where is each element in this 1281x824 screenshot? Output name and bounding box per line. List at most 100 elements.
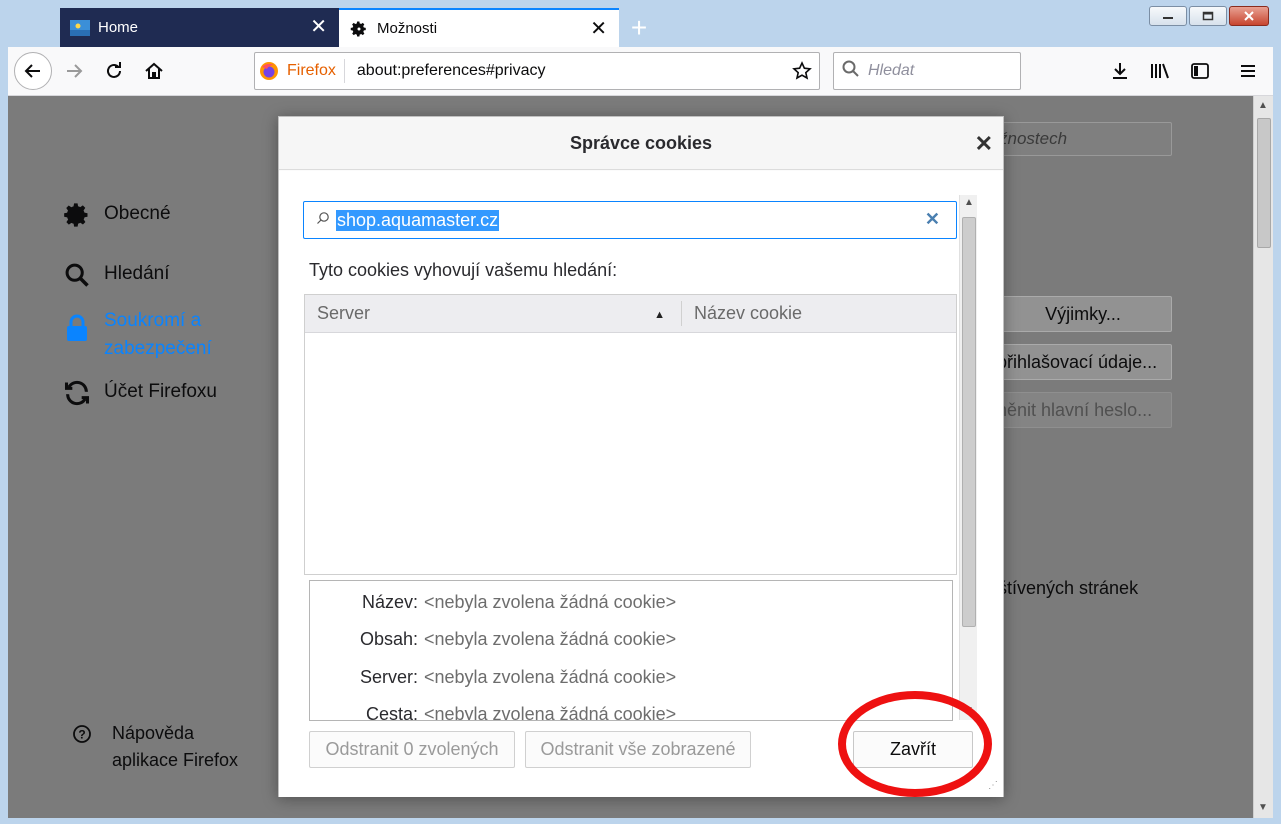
page-scrollbar-thumb[interactable] (1257, 118, 1271, 248)
sidebar-item-sync[interactable]: Účet Firefoxu (62, 378, 217, 408)
cookies-table[interactable]: Server ▲ Název cookie (304, 294, 957, 575)
remove-selected-button[interactable]: Odstranit 0 zvolených (309, 731, 515, 768)
column-header-cookie-name[interactable]: Název cookie (682, 295, 956, 332)
detail-row-content: Obsah: <nebyla zvolena žádná cookie> (310, 629, 676, 650)
navigation-toolbar: Firefox about:preferences#privacy Hledat (8, 47, 1273, 96)
download-icon (1113, 63, 1127, 79)
detail-row-path: Cesta: <nebyla zvolena žádná cookie> (310, 704, 676, 721)
scroll-up-arrow-icon[interactable]: ▲ (1258, 100, 1268, 111)
resize-grip-icon[interactable]: ⋰ (988, 780, 998, 791)
dialog-scrollbar-thumb[interactable] (962, 217, 976, 627)
scroll-down-arrow-icon[interactable]: ▼ (1258, 802, 1268, 813)
help-label: Nápověda aplikace Firefox (112, 720, 238, 774)
sort-ascending-icon: ▲ (654, 309, 665, 321)
hamburger-menu-icon (1241, 65, 1255, 77)
detail-label: Cesta: (365, 704, 418, 721)
home-icon (145, 62, 163, 79)
search-icon (62, 260, 92, 290)
exceptions-button[interactable]: Výjimky... (994, 296, 1172, 332)
detail-value: <nebyla zvolena žádná cookie> (424, 667, 677, 687)
firefox-logo-icon (255, 61, 283, 81)
search-icon (316, 211, 330, 230)
search-bar[interactable]: Hledat (833, 52, 1021, 90)
remove-selected-label: Odstranit 0 zvolených (325, 739, 499, 759)
window-controls (1149, 6, 1269, 26)
gear-icon (62, 200, 92, 230)
remove-all-shown-button[interactable]: Odstranit vše zobrazené (525, 731, 751, 768)
library-button[interactable] (1142, 53, 1178, 89)
exceptions-button-label: Výjimky... (1045, 303, 1121, 324)
sidebar-item-search[interactable]: Hledání (62, 260, 170, 290)
menu-button[interactable] (1230, 53, 1266, 89)
detail-row-server: Server: <nebyla zvolena žádná cookie> (310, 667, 676, 688)
tab-preferences[interactable]: Možnosti ✕ (339, 8, 619, 47)
detail-label: Obsah: (359, 629, 418, 649)
cookie-search-input[interactable]: shop.aquamaster.cz ✕ (303, 201, 957, 239)
home-tab-favicon-icon (70, 18, 90, 38)
sidebar-item-general[interactable]: Obecné (62, 200, 171, 230)
change-master-password-button[interactable]: něnit hlavní heslo... (994, 392, 1172, 428)
saved-logins-button[interactable]: přihlašovací údaje... (994, 344, 1172, 380)
sidebar-item-label: Hledání (104, 263, 170, 284)
change-master-password-label: něnit hlavní heslo... (997, 399, 1153, 420)
lock-icon (62, 313, 92, 343)
minimize-button[interactable] (1149, 6, 1187, 26)
url-text[interactable]: about:preferences#privacy (345, 62, 785, 80)
visited-pages-text: štívených stránek (998, 578, 1139, 598)
back-arrow-icon (24, 64, 40, 78)
dialog-scrollbar[interactable]: ▲ ▼ (959, 195, 977, 720)
tab-preferences-close-icon[interactable]: ✕ (590, 19, 607, 39)
home-button[interactable] (136, 53, 172, 89)
help-label-line2: aplikace Firefox (112, 750, 239, 770)
new-tab-button[interactable]: + (619, 8, 659, 47)
back-button[interactable] (14, 52, 52, 90)
detail-label: Název: (361, 592, 418, 612)
library-icon (1151, 63, 1169, 79)
sync-icon (62, 378, 92, 408)
sidebar-item-privacy-label: Soukromí a zabezpečení (104, 307, 212, 363)
tab-home[interactable]: Home ✕ (60, 8, 339, 47)
window-frame-right (1273, 0, 1281, 824)
url-bar[interactable]: Firefox about:preferences#privacy (254, 52, 820, 90)
table-header: Server ▲ Název cookie (305, 295, 956, 333)
column-header-server[interactable]: Server ▲ (305, 301, 682, 326)
cookie-details-panel: Název: <nebyla zvolena žádná cookie> Obs… (309, 580, 953, 721)
sidebar-icon (1191, 63, 1209, 79)
remove-all-shown-label: Odstranit vše zobrazené (540, 739, 736, 759)
tab-home-title: Home (98, 19, 139, 36)
bookmark-star-icon[interactable] (785, 61, 819, 81)
scroll-up-arrow-icon[interactable]: ▲ (964, 197, 974, 208)
sidebar-item-label: Účet Firefoxu (104, 381, 217, 402)
forward-button[interactable] (56, 53, 92, 89)
sidebar-item-label: Obecné (104, 203, 171, 224)
page-scrollbar[interactable]: ▲ ▼ (1253, 96, 1273, 818)
identity-label[interactable]: Firefox (283, 59, 345, 83)
search-placeholder: Hledat (868, 62, 915, 79)
detail-label: Server: (359, 667, 418, 687)
downloads-button[interactable] (1102, 53, 1138, 89)
reload-icon (107, 62, 121, 78)
detail-row-name: Název: <nebyla zvolena žádná cookie> (310, 592, 676, 613)
help-link[interactable]: ? Nápověda aplikace Firefox (72, 720, 238, 774)
sidebar-item-privacy[interactable]: Soukromí a zabezpečení (62, 307, 212, 363)
window-frame-left (0, 0, 8, 824)
column-header-server-label: Server (317, 303, 371, 323)
clear-search-icon[interactable]: ✕ (925, 209, 940, 230)
find-placeholder: žnostech (999, 129, 1068, 148)
detail-value: <nebyla zvolena žádná cookie> (424, 592, 677, 612)
sidebar-item-label-line2: zabezpečení (104, 338, 212, 359)
dialog-title: Správce cookies (569, 132, 713, 153)
window-close-button[interactable] (1229, 6, 1269, 26)
search-icon (842, 60, 860, 83)
tab-home-close-icon[interactable]: ✕ (310, 17, 327, 37)
cookie-search-value: shop.aquamaster.cz (336, 209, 500, 231)
find-in-preferences-input[interactable]: žnostech (996, 122, 1172, 156)
match-label: Tyto cookies vyhovují vašemu hledání: (309, 260, 618, 280)
window-titlebar: Home ✕ Možnosti ✕ + (0, 0, 1281, 47)
maximize-button[interactable] (1189, 6, 1227, 26)
tab-strip: Home ✕ Možnosti ✕ + (60, 8, 659, 47)
dialog-close-icon[interactable]: ✕ (975, 131, 993, 157)
sidebar-toggle-button[interactable] (1182, 53, 1218, 89)
help-label-line1: Nápověda (112, 723, 195, 743)
reload-button[interactable] (96, 53, 132, 89)
